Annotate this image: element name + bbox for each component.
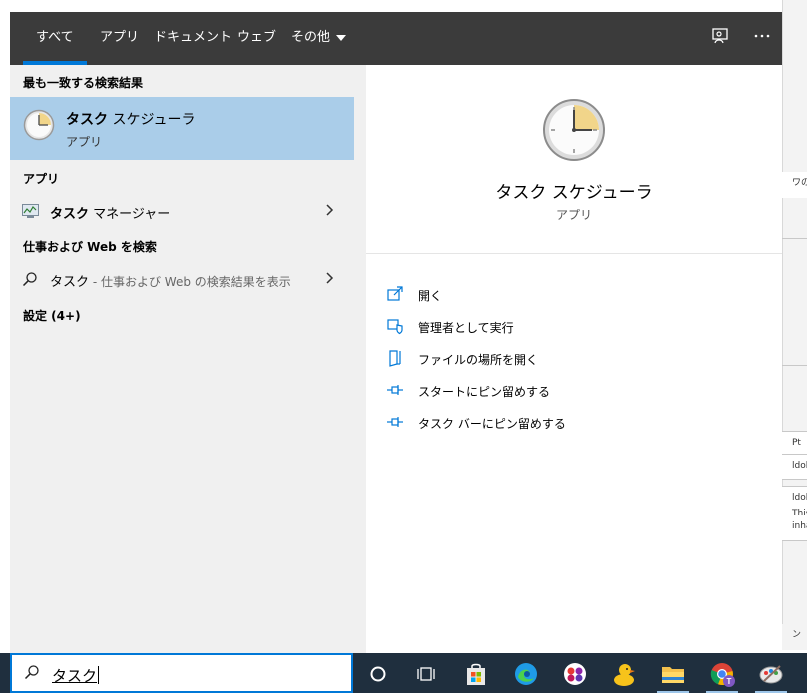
more-icon [754, 34, 770, 38]
tab-all[interactable]: すべて [23, 12, 87, 65]
tab-label: アプリ [100, 30, 140, 45]
search-input[interactable]: タスク [10, 653, 353, 693]
feedback-icon [712, 28, 728, 44]
task-scheduler-icon [23, 109, 55, 141]
preview-subtitle: アプリ [555, 208, 592, 222]
chevron-right-icon[interactable] [322, 270, 338, 286]
taskbar-app-colorful[interactable] [553, 655, 597, 693]
more-options-button[interactable] [750, 26, 774, 50]
file-location-icon [389, 350, 401, 367]
caret-down-icon [336, 34, 347, 41]
taskbar-app-paint[interactable] [749, 655, 793, 693]
preview-pane: タスク スケジューラ アプリ 開く 管理者として実行 ファイルの場所を開く スタ… [366, 65, 782, 653]
taskbar-app-store[interactable] [454, 655, 498, 693]
tab-label: その他 [291, 30, 331, 45]
search-icon [22, 272, 37, 287]
action-label: スタートにピン留めする [418, 385, 551, 399]
feedback-button[interactable] [708, 26, 732, 50]
background-divider [782, 365, 807, 366]
taskbar-app-chrome[interactable]: T [700, 655, 744, 693]
search-icon [24, 665, 39, 680]
taskbar-app-edge[interactable] [504, 655, 548, 693]
best-match-title: タスク スケジューラ [66, 112, 196, 128]
cortana-icon [370, 666, 386, 682]
chrome-icon: T [710, 663, 735, 687]
app-result-label: タスク マネージャー [50, 207, 171, 222]
preview-title: タスク スケジューラ [495, 183, 653, 203]
best-match-item[interactable]: タスク スケジューラ アプリ [10, 97, 354, 160]
action-pin-to-taskbar[interactable]: タスク バーにピン留めする [386, 409, 766, 437]
action-open-file-location[interactable]: ファイルの場所を開く [386, 345, 766, 373]
run-as-admin-icon [387, 319, 403, 335]
action-label: タスク バーにピン留めする [418, 417, 566, 431]
tab-more[interactable]: その他 [278, 12, 359, 65]
tab-label: すべて [36, 30, 74, 45]
preview-header: タスク スケジューラ アプリ [366, 65, 782, 254]
task-view-button[interactable] [404, 655, 448, 693]
background-text: ワの [782, 172, 807, 198]
task-view-icon [417, 667, 435, 681]
tab-label: ドキュメント [154, 30, 233, 45]
action-label: 管理者として実行 [418, 321, 514, 335]
pin-icon [387, 385, 403, 395]
action-label: ファイルの場所を開く [418, 353, 539, 367]
store-icon [467, 663, 485, 685]
background-window-edge [782, 0, 807, 650]
best-match-subtitle: アプリ [66, 135, 103, 149]
background-text: ldob [782, 454, 807, 480]
web-search-header: 仕事および Web を検索 [23, 240, 157, 254]
cortana-button[interactable] [356, 655, 400, 693]
search-input-value: タスク [52, 666, 100, 685]
duck-icon [614, 664, 635, 686]
apps-header: アプリ [23, 172, 60, 186]
action-label: 開く [418, 289, 443, 303]
background-divider [782, 238, 807, 239]
action-open[interactable]: 開く [386, 281, 766, 309]
pin-icon [387, 417, 403, 427]
best-match-header: 最も一致する検索結果 [23, 76, 144, 90]
edge-icon [515, 663, 537, 685]
background-text: inha [782, 515, 807, 541]
svg-text:T: T [727, 677, 732, 686]
search-tab-bar: すべて アプリ ドキュメント ウェブ その他 [10, 12, 782, 65]
action-run-as-admin[interactable]: 管理者として実行 [386, 313, 766, 341]
taskbar-app-duck[interactable] [602, 655, 646, 693]
task-manager-icon [22, 204, 39, 218]
app-result-task-manager[interactable]: タスク マネージャー [10, 194, 354, 228]
results-list: 最も一致する検索結果 タスク スケジューラ アプリ アプリ タスク マネージャー [10, 65, 354, 653]
tab-label: ウェブ [237, 30, 277, 45]
start-search-panel: すべて アプリ ドキュメント ウェブ その他 最も一致する検索結果 タスク スケ… [10, 12, 782, 653]
paint-icon [759, 665, 783, 684]
text-cursor [98, 666, 100, 684]
background-text: ン [782, 624, 807, 650]
settings-header[interactable]: 設定 (4+) [23, 307, 81, 324]
chevron-right-icon[interactable] [322, 202, 338, 218]
open-icon [387, 286, 403, 301]
task-scheduler-large-icon [543, 99, 605, 161]
folder-icon [662, 667, 684, 683]
web-search-result[interactable]: タスク - 仕事および Web の検索結果を表示 [10, 262, 354, 296]
action-pin-to-start[interactable]: スタートにピン留めする [386, 377, 766, 405]
web-search-label: タスク - 仕事および Web の検索結果を表示 [50, 275, 291, 290]
app-icon [564, 663, 586, 685]
taskbar-app-file-explorer[interactable] [651, 655, 695, 693]
